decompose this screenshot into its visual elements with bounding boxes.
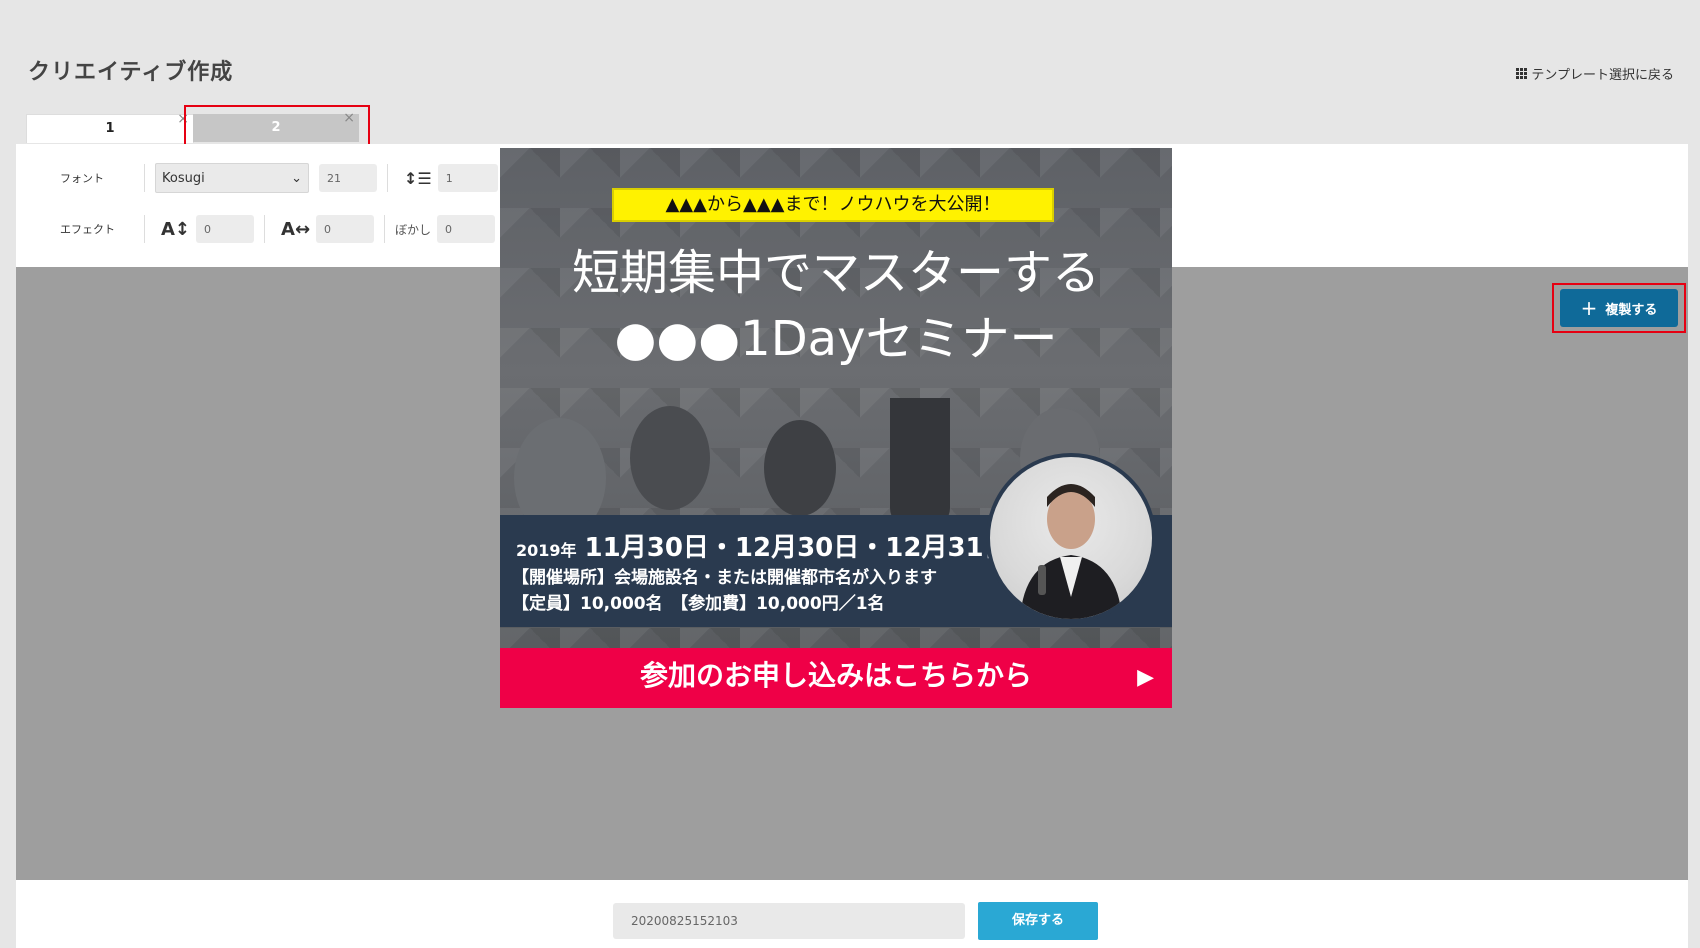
line-height-input[interactable]: 1 (437, 164, 498, 192)
page-title: クリエイティブ作成 (28, 60, 234, 85)
headline-line-1: 短期集中でマスターする (571, 245, 1100, 301)
font-family-value: Kosugi (162, 170, 205, 186)
event-date-list: 11月30日・12月30日・12月31日 (584, 533, 1010, 563)
effect-vertical-input[interactable]: 0 (196, 215, 255, 243)
tab-highlight-box (184, 105, 370, 149)
back-link-label: テンプレート選択に戻る (1531, 68, 1674, 83)
plus-icon: + (1580, 296, 1598, 320)
speaker-photo[interactable] (986, 453, 1156, 623)
effect-label: エフェクト (60, 223, 115, 236)
headline-line-2: ●●●1Dayセミナー (614, 311, 1058, 367)
duplicate-label: 複製する (1605, 302, 1658, 318)
shadow-horizontal-icon: A↔ (281, 218, 311, 240)
divider (387, 164, 388, 192)
font-label: フォント (60, 172, 104, 185)
chevron-down-icon: ⌄ (291, 170, 302, 186)
divider (384, 215, 386, 243)
play-arrow-icon: ▶ (1137, 665, 1154, 690)
cta-label: 参加のお申し込みはこちらから (639, 659, 1032, 692)
line-height-icon: ↕☰ (404, 168, 432, 188)
back-to-template-link[interactable]: テンプレート選択に戻る (1516, 64, 1674, 83)
duplicate-highlight-box: + 複製する (1552, 283, 1686, 333)
divider (144, 164, 145, 192)
banner-headline[interactable]: 短期集中でマスターする ●●●1Dayセミナー (500, 240, 1172, 372)
duplicate-button[interactable]: + 複製する (1560, 289, 1678, 327)
blur-label: ぼかし (395, 222, 432, 237)
tab-1-label: 1 (105, 121, 115, 136)
effect-horizontal-input[interactable]: 0 (316, 215, 375, 243)
font-size-input[interactable]: 21 (319, 164, 377, 192)
cta-button[interactable]: 参加のお申し込みはこちらから ▶ (500, 648, 1172, 708)
event-year: 2019年 (516, 541, 577, 560)
divider (144, 215, 145, 243)
save-button[interactable]: 保存する (978, 902, 1098, 940)
creative-name-input[interactable]: 20200825152103 (613, 903, 965, 939)
event-venue: 【開催場所】会場施設名・または開催都市名が入ります (512, 568, 937, 588)
font-family-select[interactable]: Kosugi ⌄ (155, 163, 309, 193)
shadow-vertical-icon: A↕ (161, 218, 191, 240)
blur-input[interactable]: 0 (437, 215, 496, 243)
event-dates: 2019年 11月30日・12月30日・12月31日 (516, 527, 1010, 564)
event-capacity-fee: 【定員】10,000名 【参加費】10,000円／1名 (512, 594, 885, 614)
divider (264, 215, 266, 243)
banner-tagline[interactable]: ▲▲▲から▲▲▲まで！ノウハウを大公開！ (612, 188, 1054, 222)
tab-1[interactable]: 1 × (26, 111, 194, 143)
banner-creative[interactable]: ▲▲▲から▲▲▲まで！ノウハウを大公開！ 短期集中でマスターする ●●●1Day… (500, 148, 1172, 708)
grid-icon (1516, 68, 1528, 79)
